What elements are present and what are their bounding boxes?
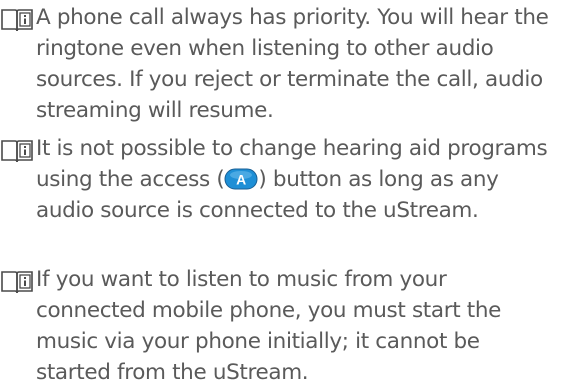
note-text: A phone call always has priority. You wi… (36, 5, 549, 123)
book-info-icon (1, 271, 33, 294)
note-music-start: If you want to listen to music from your… (0, 264, 572, 388)
note-text: If you want to listen to music from your… (36, 267, 501, 385)
book-info-icon (1, 140, 33, 163)
note-phone-priority: A phone call always has priority. You wi… (0, 2, 572, 126)
note-text: It is not possible to change hearing aid… (36, 133, 556, 226)
access-button-icon: A (224, 168, 258, 189)
instruction-notes: A phone call always has priority. You wi… (0, 0, 572, 385)
note-program-change: It is not possible to change hearing aid… (0, 133, 572, 226)
book-info-icon (1, 9, 33, 32)
access-button-letter: A (237, 171, 247, 187)
